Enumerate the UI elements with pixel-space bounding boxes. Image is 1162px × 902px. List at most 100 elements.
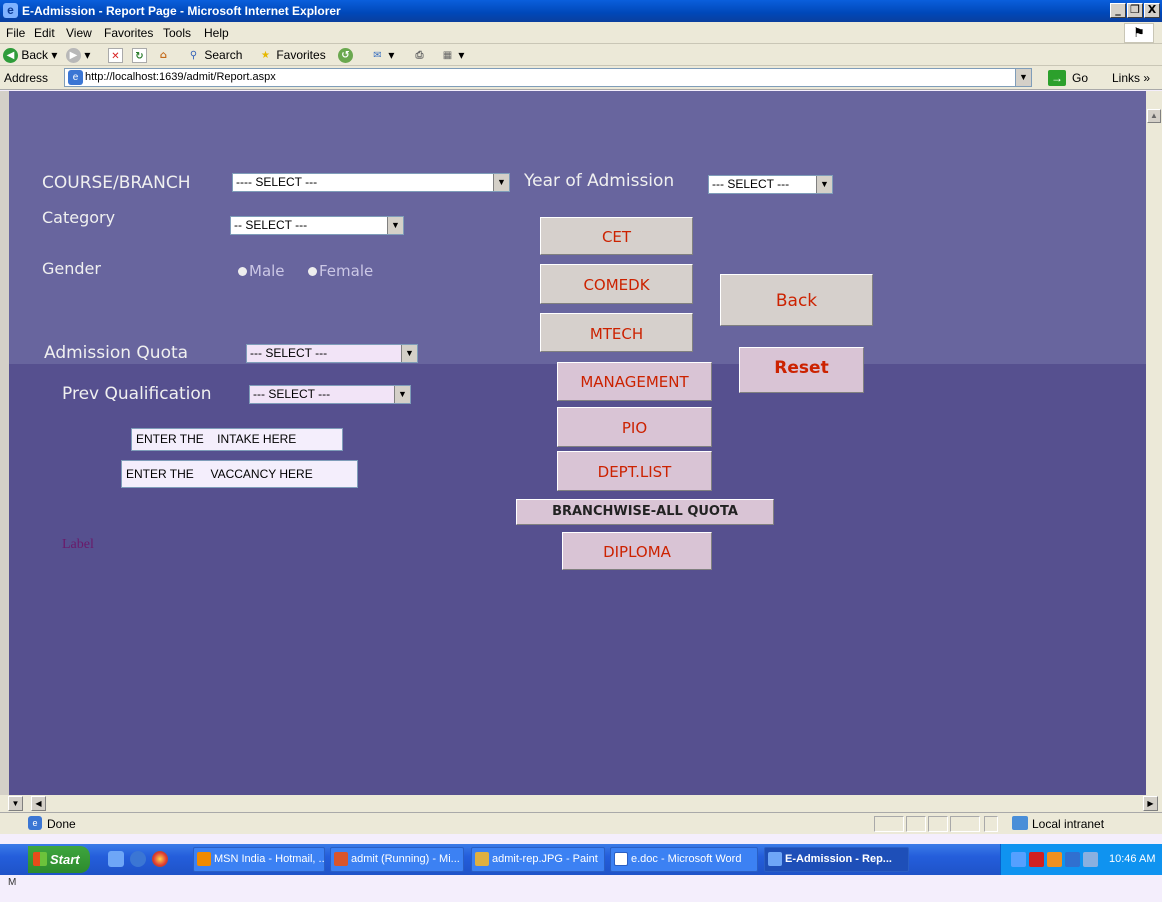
task-admit-running[interactable]: admit (Running) - Mi... [330,847,464,872]
gender-female-radio[interactable]: Female [308,262,373,280]
menu-view[interactable]: View [66,26,92,40]
forward-button[interactable]: ▶ ▾ [66,47,90,64]
branchwise-all-quota-button[interactable]: BRANCHWISE-ALL QUOTA [516,499,774,525]
status-pane [906,816,926,832]
task-paint[interactable]: admit-rep.JPG - Paint [471,847,605,872]
chevron-down-icon: ▼ [387,217,403,234]
page-icon: e [68,70,83,85]
back-arrow-icon: ◀ [3,48,18,64]
visual-studio-icon [334,852,348,866]
chevron-down-icon: ▼ [401,345,417,362]
history-icon: ✉ [373,50,382,62]
star-icon: ★ [261,50,270,62]
status-text: Done [47,817,76,831]
course-label: COURSE/BRANCH [42,173,191,193]
prev-qualification-label: Prev Qualification [62,384,212,404]
history-button[interactable]: ✉ ▾ [370,47,394,63]
quicklaunch-chrome-icon[interactable] [152,851,168,867]
comedk-button[interactable]: COMEDK [540,264,693,304]
acrobat-icon[interactable] [1029,852,1044,867]
go-button[interactable]: → Go [1048,70,1088,86]
gender-label: Gender [42,259,101,278]
print-button[interactable]: ⎙ [412,47,427,63]
edit-icon: ▦ [442,50,453,62]
task-msn[interactable]: MSN India - Hotmail, ... [193,847,325,872]
menu-favorites[interactable]: Favorites [104,26,153,40]
start-button[interactable]: Start [28,846,90,873]
menu-edit[interactable]: Edit [34,26,55,40]
pio-button[interactable]: PIO [557,407,712,447]
favorites-button[interactable]: ★ Favorites [258,47,326,63]
security-icon[interactable] [1047,852,1062,867]
task-word[interactable]: e.doc - Microsoft Word [610,847,758,872]
address-dropdown-icon[interactable]: ▼ [1015,69,1031,86]
task-e-admission[interactable]: E-Admission - Rep... [764,847,909,872]
management-button[interactable]: MANAGEMENT [557,362,712,401]
go-label: Go [1072,71,1089,85]
system-tray: 10:46 AM [1000,844,1162,875]
quicklaunch-ie-icon[interactable] [130,851,146,867]
dept-list-button[interactable]: DEPT.LIST [557,451,712,491]
intake-input[interactable]: ENTER THE INTAKE HERE [131,428,343,451]
chevron-down-icon: ▼ [394,386,410,403]
print-icon: ⎙ [415,50,424,62]
cet-button[interactable]: CET [540,217,693,255]
task-word-label: e.doc - Microsoft Word [631,853,742,865]
result-label: Label [62,537,94,552]
refresh-icon: ↻ [132,48,147,64]
quicklaunch-desktop-icon[interactable] [108,851,124,867]
back-form-button[interactable]: Back [720,274,873,326]
horizontal-scrollbar[interactable]: ▼ ◀ ▶ [0,795,1162,812]
network-icon[interactable] [1011,852,1026,867]
category-select[interactable]: -- SELECT --- ▼ [230,216,404,235]
menu-file[interactable]: File [6,26,25,40]
start-label: Start [50,852,80,867]
prev-qualification-select[interactable]: --- SELECT --- ▼ [249,385,411,404]
scroll-left-arrow-icon[interactable]: ◀ [31,796,46,811]
address-input[interactable]: e http://localhost:1639/admit/Report.asp… [64,68,1032,87]
ie-icon [768,852,782,866]
maximize-button[interactable]: ❐ [1127,3,1143,18]
mtech-button[interactable]: MTECH [540,313,693,352]
messenger-icon[interactable] [1065,852,1080,867]
desktop-strip: M [0,875,1162,902]
task-e-admission-label: E-Admission - Rep... [785,853,892,865]
quota-label: Admission Quota [44,343,189,363]
refresh-button[interactable]: ↻ [132,47,147,64]
go-arrow-icon: → [1048,70,1066,86]
scroll-left-icon[interactable]: ▼ [8,796,23,811]
quota-select[interactable]: --- SELECT --- ▼ [246,344,418,363]
links-button[interactable]: Links » [1112,71,1150,85]
status-pane [950,816,980,832]
chevron-down-icon: ▼ [816,176,832,193]
address-url: http://localhost:1639/admit/Report.aspx [85,71,276,83]
reset-button[interactable]: Reset [739,347,864,393]
close-button[interactable]: X [1144,3,1160,18]
scroll-up-icon[interactable]: ▲ [1147,109,1161,123]
year-select[interactable]: --- SELECT --- ▼ [708,175,833,194]
msn-icon [197,852,211,866]
menu-help[interactable]: Help [204,26,229,40]
stop-button[interactable]: ✕ [108,47,123,64]
home-button[interactable]: ⌂ [156,47,171,63]
minimize-button[interactable]: _ [1110,3,1126,18]
diploma-button[interactable]: DIPLOMA [562,532,712,570]
quota-select-value: --- SELECT --- [250,346,328,360]
gender-male-radio[interactable]: Male [238,262,285,280]
page-left-edge [0,91,9,795]
media-button[interactable]: ↺ [338,47,353,64]
search-label: Search [204,48,243,62]
vacancy-input[interactable]: ENTER THE VACCANCY HERE [121,460,358,488]
course-select[interactable]: ---- SELECT --- ▼ [232,173,510,192]
taskbar: Start MSN India - Hotmail, ... admit (Ru… [0,844,1162,875]
word-icon [614,852,628,866]
search-button[interactable]: ⚲ Search [186,47,243,63]
prev-qualification-value: --- SELECT --- [253,387,331,401]
menu-tools[interactable]: Tools [163,26,191,40]
vertical-scrollbar[interactable]: ▲ [1146,91,1162,795]
scroll-right-icon[interactable]: ▶ [1143,796,1158,811]
connection-icon[interactable] [1083,852,1098,867]
back-button[interactable]: ◀ Back ▾ [3,47,57,64]
media-icon: ↺ [338,48,353,64]
edit-button[interactable]: ▦ ▾ [440,47,465,63]
